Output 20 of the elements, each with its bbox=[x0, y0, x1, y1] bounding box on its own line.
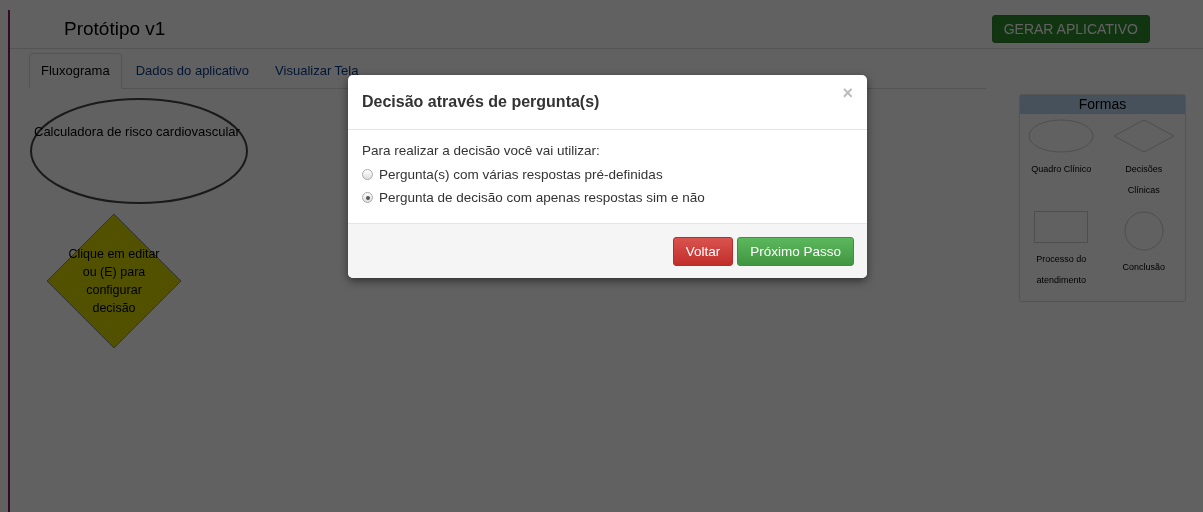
radio-button[interactable] bbox=[362, 169, 373, 180]
tab[interactable]: Visualizar Tela bbox=[263, 53, 371, 89]
tab[interactable]: Fluxograma bbox=[29, 53, 122, 89]
next-step-button[interactable]: Próximo Passo bbox=[737, 236, 854, 266]
option-label[interactable]: Pergunta(s) com várias respostas pré-definidas bbox=[379, 167, 663, 182]
generate-app-button[interactable]: GERAR APLICATIVO bbox=[991, 15, 1150, 43]
app-title: Protótipo v1 bbox=[64, 18, 166, 40]
close-button[interactable]: × bbox=[842, 83, 853, 104]
tab[interactable]: Dados do aplicativo bbox=[123, 53, 262, 89]
dialog-prompt: Para realizar a decisão você vai utilizar: bbox=[362, 143, 601, 158]
dialog-title: Decisão através de pergunta(s) bbox=[362, 93, 600, 111]
panel-title: Formas bbox=[1020, 95, 1185, 114]
shape-label: Processo do atendimento bbox=[1035, 253, 1088, 287]
back-button[interactable]: Voltar bbox=[672, 236, 734, 266]
shape-label: Conclusão bbox=[1121, 261, 1166, 274]
shape-label: Decisões Clínicas bbox=[1124, 163, 1164, 197]
option-label[interactable]: Pergunta de decisão com apenas respostas sim e não bbox=[379, 190, 705, 205]
ellipse-node-shape[interactable] bbox=[29, 97, 249, 205]
shape-label: Quadro Clínico bbox=[1030, 163, 1093, 176]
radio-button[interactable] bbox=[362, 192, 373, 203]
